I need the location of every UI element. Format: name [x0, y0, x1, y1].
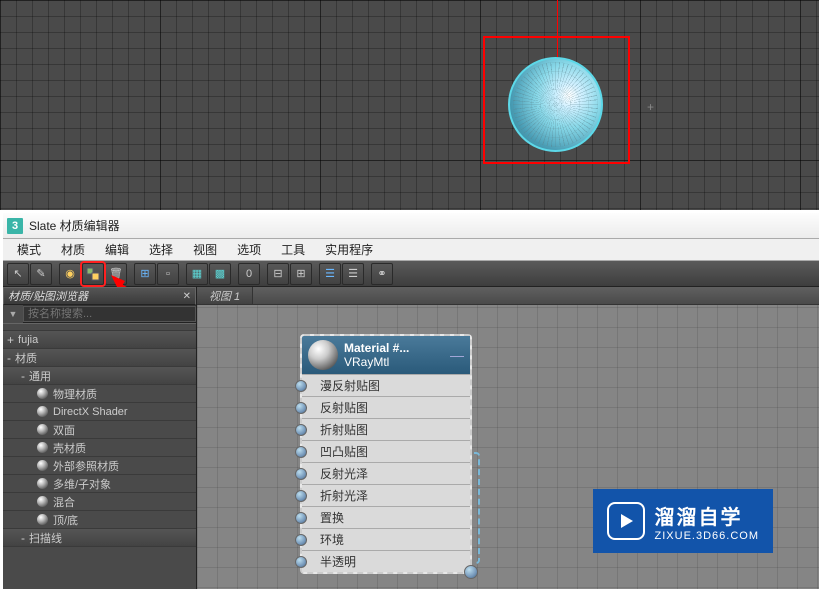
tree-cutoff[interactable]: [3, 323, 196, 331]
material-tree: +fujia -材质 -通用 物理材质 DirectX Shader 双面 壳材…: [3, 323, 196, 589]
tool-link-icon[interactable]: ⚭: [371, 263, 393, 285]
tree-group-scanline[interactable]: -扫描线: [3, 529, 196, 547]
tree-item-xref[interactable]: 外部参照材质: [3, 457, 196, 475]
watermark-play-icon: [607, 502, 645, 540]
node-right-rail: [474, 452, 480, 564]
tree-item-doublesided[interactable]: 双面: [3, 421, 196, 439]
tool-dropper-icon[interactable]: ✎: [30, 263, 52, 285]
input-socket-icon[interactable]: [295, 380, 307, 392]
tree-group-fujia[interactable]: +fujia: [3, 331, 196, 349]
input-socket-icon[interactable]: [295, 512, 307, 524]
search-dropdown-icon[interactable]: ▼: [3, 305, 23, 323]
input-socket-icon[interactable]: [295, 446, 307, 458]
tool-assign-icon[interactable]: [82, 263, 104, 285]
input-socket-icon[interactable]: [295, 424, 307, 436]
tool-bg-icon[interactable]: ▦: [186, 263, 208, 285]
menu-bar: 模式 材质 编辑 选择 视图 选项 工具 实用程序: [3, 239, 819, 261]
slot-diffuse[interactable]: 漫反射贴图: [302, 374, 470, 396]
slot-bump[interactable]: 凹凸贴图: [302, 440, 470, 462]
input-socket-icon[interactable]: [295, 534, 307, 546]
tool-delete-icon[interactable]: 🗑: [105, 263, 127, 285]
tool-put-icon[interactable]: ◉: [59, 263, 81, 285]
minimize-icon[interactable]: —: [450, 347, 464, 363]
window-title-bar[interactable]: 3 Slate 材质编辑器: [3, 213, 819, 239]
input-socket-icon[interactable]: [295, 402, 307, 414]
toolbar: ↖ ✎ ◉ 🗑 ⊞ ▫ ▦ ▩ 0 ⊟ ⊞ ☰ ☰ ⚭: [3, 261, 819, 287]
close-icon[interactable]: ✕: [183, 291, 191, 302]
tree-item-directx[interactable]: DirectX Shader: [3, 403, 196, 421]
slot-refl-gloss[interactable]: 反射光泽: [302, 462, 470, 484]
material-preview-icon: [308, 340, 338, 370]
slot-translucent[interactable]: 半透明: [302, 550, 470, 572]
tree-item-physical[interactable]: 物理材质: [3, 385, 196, 403]
window-title: Slate 材质编辑器: [29, 217, 120, 234]
tool-layout-h-icon[interactable]: ⊟: [267, 263, 289, 285]
tree-item-multisub[interactable]: 多维/子对象: [3, 475, 196, 493]
tool-node-icon[interactable]: ▫: [157, 263, 179, 285]
tree-item-shell[interactable]: 壳材质: [3, 439, 196, 457]
slot-refr-gloss[interactable]: 折射光泽: [302, 484, 470, 506]
material-node-header[interactable]: Material #... VRayMtl —: [302, 336, 470, 374]
slot-refract[interactable]: 折射贴图: [302, 418, 470, 440]
menu-view[interactable]: 视图: [183, 239, 227, 260]
watermark-text: 溜溜自学: [655, 501, 759, 530]
browser-header[interactable]: 材质/贴图浏览器 ✕: [3, 287, 196, 305]
menu-options[interactable]: 选项: [227, 239, 271, 260]
input-socket-icon[interactable]: [295, 556, 307, 568]
menu-select[interactable]: 选择: [139, 239, 183, 260]
tool-zero-icon[interactable]: 0: [238, 263, 260, 285]
menu-tools[interactable]: 工具: [271, 239, 315, 260]
input-socket-icon[interactable]: [295, 468, 307, 480]
tool-checker-icon[interactable]: ▩: [209, 263, 231, 285]
menu-utilities[interactable]: 实用程序: [315, 239, 383, 260]
material-node[interactable]: Material #... VRayMtl — 漫反射贴图 反射贴图 折射贴图 …: [300, 334, 472, 574]
menu-edit[interactable]: 编辑: [95, 239, 139, 260]
graph-tab[interactable]: 视图 1: [197, 287, 253, 304]
tree-item-topbottom[interactable]: 顶/底: [3, 511, 196, 529]
tree-item-blend[interactable]: 混合: [3, 493, 196, 511]
browser-title: 材质/贴图浏览器: [8, 288, 88, 304]
sphere-object[interactable]: [508, 57, 603, 152]
tool-list2-icon[interactable]: ☰: [342, 263, 364, 285]
material-type: VRayMtl: [344, 355, 409, 369]
tool-layout-v-icon[interactable]: ⊞: [290, 263, 312, 285]
material-browser-panel: 材质/贴图浏览器 ✕ ▼ +fujia -材质 -通用 物理材质 DirectX…: [3, 287, 197, 589]
app-icon: 3: [7, 218, 23, 234]
output-socket-icon[interactable]: [464, 565, 478, 579]
tool-list1-icon[interactable]: ☰: [319, 263, 341, 285]
menu-mode[interactable]: 模式: [7, 239, 51, 260]
slot-env[interactable]: 环境: [302, 528, 470, 550]
menu-material[interactable]: 材质: [51, 239, 95, 260]
graph-tab-bar: 视图 1: [197, 287, 819, 305]
material-name: Material #...: [344, 341, 409, 355]
tree-group-material[interactable]: -材质: [3, 349, 196, 367]
watermark: 溜溜自学 ZIXUE.3D66.COM: [593, 489, 773, 553]
tool-arrow-icon[interactable]: ↖: [7, 263, 29, 285]
watermark-sub: ZIXUE.3D66.COM: [655, 530, 759, 542]
tool-hier-icon[interactable]: ⊞: [134, 263, 156, 285]
slot-displace[interactable]: 置换: [302, 506, 470, 528]
input-socket-icon[interactable]: [295, 490, 307, 502]
slot-reflect[interactable]: 反射贴图: [302, 396, 470, 418]
search-input[interactable]: [23, 306, 196, 322]
axis-cross: +: [647, 100, 654, 114]
tree-group-general[interactable]: -通用: [3, 367, 196, 385]
